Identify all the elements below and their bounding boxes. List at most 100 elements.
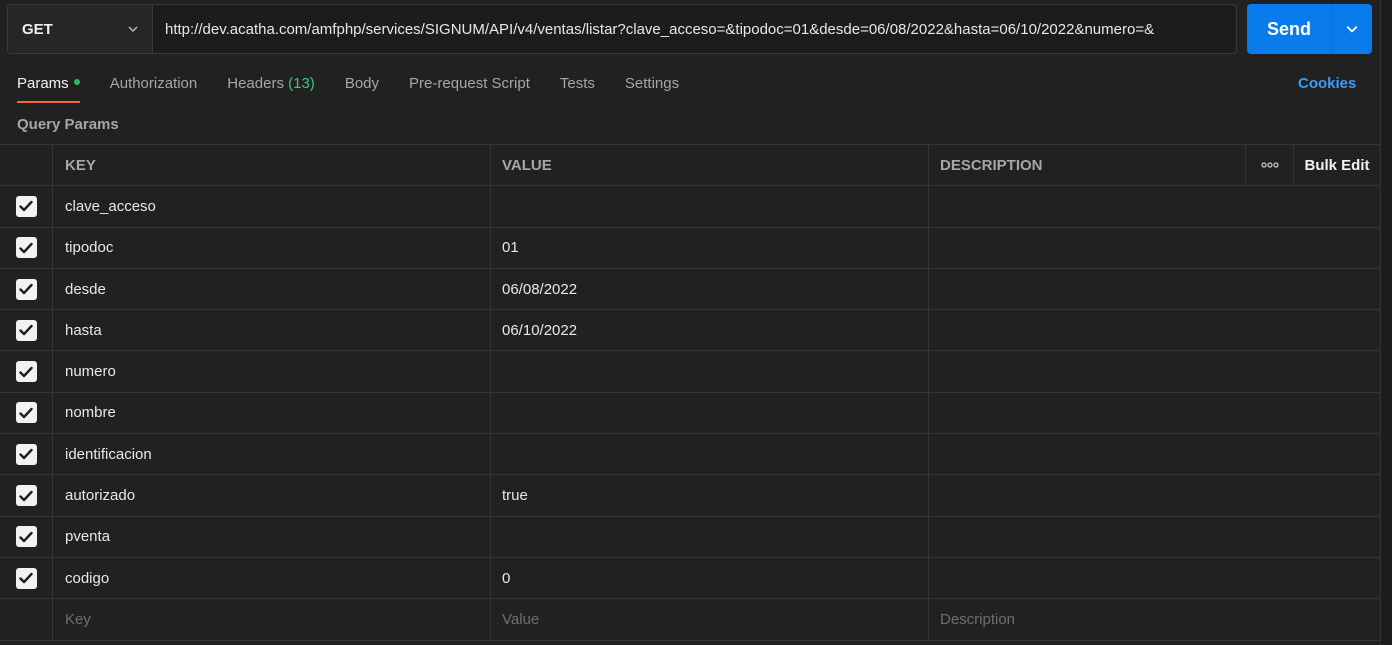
table-row: pventa [0,516,1380,558]
tab-pre-request-script[interactable]: Pre-request Script [409,70,530,98]
tab-body[interactable]: Body [345,70,379,98]
param-value[interactable] [491,516,929,557]
check-icon [19,201,33,212]
table-row: hasta 06/10/2022 [0,310,1380,352]
param-description[interactable] [929,434,1380,474]
tab-headers[interactable]: Headers (13) [227,70,315,98]
row-checkbox-cell [0,475,52,515]
check-icon [19,572,33,584]
param-description[interactable] [929,186,1380,226]
tab-tests[interactable]: Tests [560,70,595,98]
tab-label: Body [344,75,380,92]
request-tabs: Params Authorization Headers (13) Body P… [17,70,709,106]
check-icon [19,283,33,295]
cookies-link[interactable]: Cookies [1298,70,1356,98]
row-checkbox-cell [0,310,52,350]
tab-label: Params [17,75,69,92]
param-key[interactable]: clave_acceso [52,186,491,227]
param-key[interactable]: autorizado [52,475,491,516]
tab-params[interactable]: Params [17,70,80,103]
param-key[interactable]: nombre [52,392,491,434]
param-key[interactable]: codigo [52,557,491,599]
param-description[interactable] [929,558,1380,598]
tab-authorization[interactable]: Authorization [110,70,198,98]
chevron-down-icon [128,26,138,32]
row-checkbox-cell [0,269,52,309]
row-checkbox[interactable] [15,526,37,548]
header-check-col [0,145,52,185]
param-description[interactable] [929,393,1380,433]
check-icon [19,242,33,253]
tab-label: Authorization [109,75,198,92]
param-description[interactable] [929,351,1380,391]
row-checkbox-cell [0,393,52,433]
method-label: GET [22,20,53,38]
header-description: DESCRIPTION [929,145,1246,186]
param-value[interactable]: 06/08/2022 [491,268,929,310]
table-row: nombre [0,392,1380,435]
table-row: desde 06/08/2022 [0,268,1380,311]
header-value: VALUE [491,145,929,186]
row-checkbox[interactable] [15,443,37,465]
row-checkbox[interactable] [15,567,37,589]
row-checkbox-cell [0,558,52,598]
row-checkbox-cell [0,434,52,474]
param-description[interactable] [929,517,1380,557]
status-dot-icon [73,79,80,86]
check-icon [19,531,33,543]
row-checkbox[interactable] [15,485,37,507]
method-select[interactable]: GET [8,5,153,53]
param-key[interactable]: desde [52,268,491,310]
table-row: identificacion [0,434,1380,476]
param-description[interactable] [929,310,1380,350]
header-key: KEY [52,145,491,186]
table-row-new: Key Value Description [0,599,1380,641]
param-description[interactable] [929,475,1380,515]
url-input[interactable]: http://dev.acatha.com/amfphp/services/SI… [153,5,1236,53]
param-value[interactable] [491,434,929,475]
param-key[interactable]: tipodoc [52,227,491,268]
row-checkbox[interactable] [15,278,37,300]
param-key[interactable]: pventa [52,516,491,557]
param-value[interactable] [491,392,929,434]
table-row: autorizado true [0,475,1380,517]
param-value[interactable]: 01 [491,227,929,268]
chevron-down-icon [1346,25,1358,33]
check-icon [19,490,33,501]
row-checkbox[interactable] [15,361,37,383]
send-options-button[interactable] [1332,4,1372,54]
new-description-input[interactable]: Description [929,599,1380,639]
more-options-button[interactable] [1246,145,1293,185]
table-row: tipodoc 01 [0,227,1380,269]
tab-settings[interactable]: Settings [625,70,679,98]
param-value[interactable] [491,351,929,392]
param-value[interactable]: 06/10/2022 [491,310,929,351]
new-value-input[interactable]: Value [491,599,929,640]
table-row: codigo 0 [0,557,1380,600]
param-value[interactable]: 0 [491,557,929,599]
bulk-edit-button[interactable]: Bulk Edit [1293,145,1380,186]
request-bar: GET http://dev.acatha.com/amfphp/service… [7,4,1237,54]
more-horizontal-icon [1260,162,1279,168]
scrollbar[interactable] [1380,0,1392,645]
row-checkbox[interactable] [15,402,37,424]
row-checkbox[interactable] [15,195,37,217]
param-value[interactable]: true [491,475,929,516]
table-header-row: KEY VALUE DESCRIPTION Bulk Edit [0,145,1380,187]
row-checkbox[interactable] [15,319,37,341]
param-key[interactable]: numero [52,351,491,392]
param-key[interactable]: hasta [52,310,491,351]
tab-label: Headers [227,75,284,92]
row-checkbox[interactable] [15,237,37,259]
row-checkbox-cell [0,228,52,268]
param-description[interactable] [929,269,1380,309]
check-icon [19,449,33,460]
param-description[interactable] [929,228,1380,268]
new-key-input[interactable]: Key [52,599,491,640]
tab-label: Tests [559,75,595,92]
param-key[interactable]: identificacion [52,434,491,475]
send-button[interactable]: Send [1247,4,1332,54]
param-value[interactable] [491,186,929,227]
row-checkbox-cell [0,351,52,391]
check-icon [19,325,33,336]
